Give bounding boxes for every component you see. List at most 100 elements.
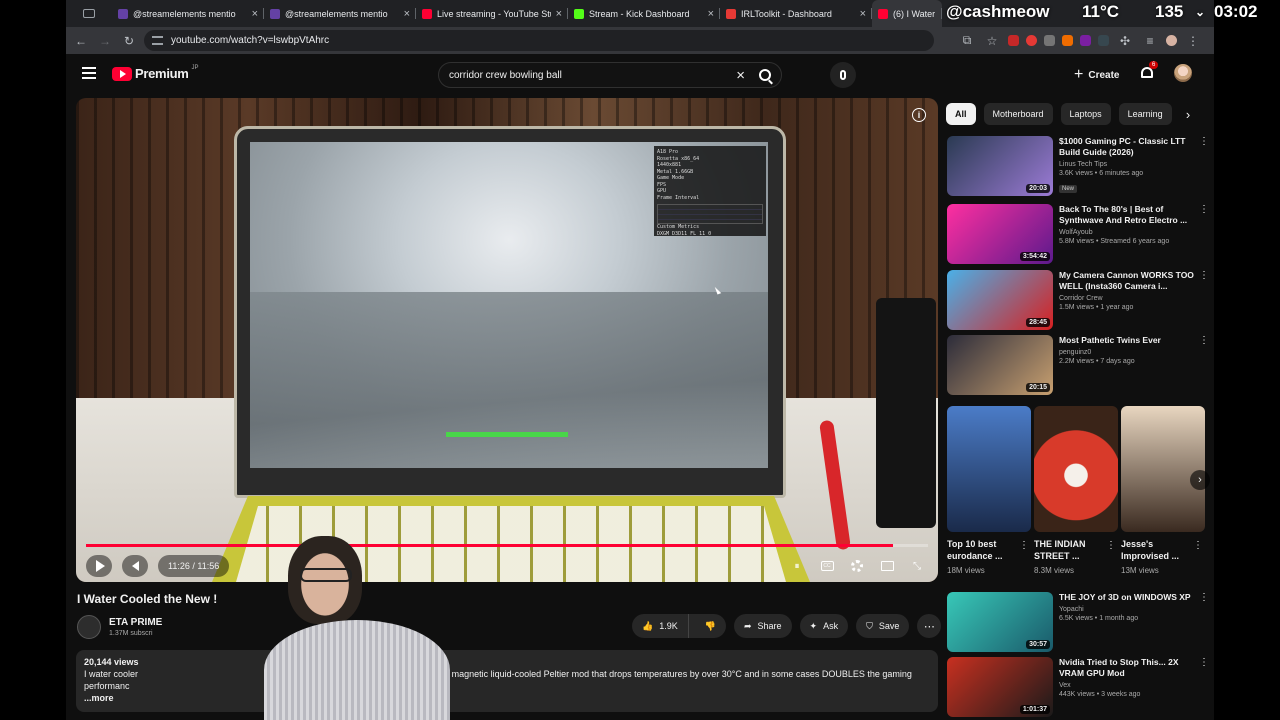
site-info-icon[interactable] (152, 36, 163, 45)
extension-icon[interactable] (1026, 35, 1037, 46)
rec-title[interactable]: THE JOY of 3D on WINDOWS XP (1059, 592, 1195, 603)
dislike-button[interactable]: 👎 (695, 614, 726, 638)
kebab-menu-icon[interactable]: ⋮ (1199, 270, 1209, 281)
miniplayer-button[interactable] (876, 555, 898, 577)
close-icon[interactable]: × (404, 8, 410, 20)
recommendation-item[interactable]: 20:15 Most Pathetic Twins Ever penguinz0… (947, 335, 1209, 395)
short-item[interactable]: Top 10 best eurodance ... 18M views ⋮ (947, 406, 1031, 578)
like-button[interactable]: 👍 1.9K (632, 614, 689, 638)
search-icon[interactable] (759, 69, 771, 81)
kebab-menu-icon[interactable]: ⋮ (1199, 136, 1209, 147)
video-thumbnail[interactable]: 30:57 (947, 592, 1053, 652)
cast-icon[interactable]: ⧉ (958, 32, 976, 50)
info-icon[interactable]: i (912, 108, 926, 122)
rec-title[interactable]: $1000 Gaming PC - Classic LTT Build Guid… (1059, 136, 1195, 158)
youtube-logo[interactable]: Premium JP (112, 65, 199, 81)
address-bar[interactable]: youtube.com/watch?v=lswbpVtAhrc (144, 30, 934, 51)
short-thumbnail[interactable] (947, 406, 1031, 532)
notifications-button[interactable]: 6 (1140, 61, 1159, 81)
rec-title[interactable]: Nvidia Tried to Stop This... 2X VRAM GPU… (1059, 657, 1195, 679)
browser-tab-active[interactable]: (6) I Water C (872, 0, 942, 27)
autoplay-toggle[interactable]: ⏸ (786, 555, 808, 577)
rec-channel[interactable]: Corridor Crew (1059, 295, 1195, 302)
extension-icon[interactable] (1098, 35, 1109, 46)
back-arrow-icon[interactable]: ← (72, 32, 90, 50)
recommendation-item[interactable]: 30:57 THE JOY of 3D on WINDOWS XP Yopach… (947, 592, 1209, 652)
browser-tab[interactable]: Live streaming - YouTube Stu × (416, 0, 568, 27)
account-avatar[interactable] (1174, 64, 1192, 82)
rec-title[interactable]: Back To The 80's | Best of Synthwave And… (1059, 204, 1195, 226)
kebab-menu-icon[interactable]: ⋮ (1199, 335, 1209, 346)
video-player[interactable]: A18 Pro Rosetta x86_64 1440x881 Metal 1.… (76, 98, 938, 582)
extension-icon[interactable] (1008, 35, 1019, 46)
star-icon[interactable]: ☆ (983, 32, 1001, 50)
recommendation-item[interactable]: 20:03 $1000 Gaming PC - Classic LTT Buil… (947, 136, 1209, 196)
show-more-link[interactable]: ...more (84, 692, 930, 704)
chip-motherboard[interactable]: Motherboard (983, 103, 1053, 125)
fullscreen-button[interactable]: ⤡ (906, 555, 928, 577)
puzzle-icon[interactable]: ✣ (1116, 32, 1134, 50)
rec-channel[interactable]: Vex (1059, 682, 1195, 689)
share-button[interactable]: ➦ Share (733, 614, 792, 638)
kebab-menu-icon[interactable]: ⋮ (1199, 204, 1209, 215)
kebab-menu-icon[interactable]: ⋮ (1199, 592, 1209, 603)
recommendation-item[interactable]: 1:01:37 Nvidia Tried to Stop This... 2X … (947, 657, 1209, 717)
rec-title[interactable]: Most Pathetic Twins Ever (1059, 335, 1195, 346)
more-actions-button[interactable]: ⋯ (917, 614, 942, 638)
progress-bar[interactable] (86, 544, 928, 547)
browser-tab[interactable]: Stream - Kick Dashboard × (568, 0, 720, 27)
kebab-menu-icon[interactable]: ⋮ (1193, 540, 1203, 551)
short-item[interactable]: Jesse's Improvised ... 13M views ⋮ (1121, 406, 1205, 578)
chevron-right-icon[interactable]: › (1190, 470, 1210, 490)
short-thumbnail[interactable] (1034, 406, 1118, 532)
kebab-menu-icon[interactable]: ⋮ (1019, 540, 1029, 551)
close-icon[interactable]: × (252, 8, 258, 20)
play-button[interactable] (86, 555, 112, 577)
video-thumbnail[interactable]: 28:45 (947, 270, 1053, 330)
mute-button[interactable] (122, 555, 148, 577)
close-icon[interactable]: × (708, 8, 714, 20)
kebab-menu-icon[interactable]: ⋮ (1199, 657, 1209, 668)
video-thumbnail[interactable]: 20:15 (947, 335, 1053, 395)
menu-icon[interactable]: ⋮ (1184, 32, 1202, 50)
recommendation-item[interactable]: 3:54:42 Back To The 80's | Best of Synth… (947, 204, 1209, 264)
video-thumbnail[interactable]: 3:54:42 (947, 204, 1053, 264)
forward-arrow-icon[interactable]: → (96, 32, 114, 50)
rec-channel[interactable]: WolfAyoub (1059, 229, 1195, 236)
channel-name[interactable]: ETA PRIME (109, 617, 162, 628)
kebab-menu-icon[interactable]: ⋮ (1106, 540, 1116, 551)
browser-tab[interactable]: IRLToolkit - Dashboard × (720, 0, 872, 27)
chevron-right-icon[interactable]: › (1178, 104, 1198, 124)
create-button[interactable]: + Create (1066, 63, 1127, 87)
extension-icon[interactable] (1080, 35, 1091, 46)
rec-title[interactable]: My Camera Cannon WORKS TOO WELL (Insta36… (1059, 270, 1195, 292)
rec-channel[interactable]: Yopachi (1059, 606, 1195, 613)
recommendation-item[interactable]: 28:45 My Camera Cannon WORKS TOO WELL (I… (947, 270, 1209, 330)
profile-avatar[interactable] (1166, 35, 1177, 46)
short-item[interactable]: THE INDIAN STREET ... 8.3M views ⋮ (1034, 406, 1118, 578)
chip-learning[interactable]: Learning (1118, 103, 1172, 125)
settings-button[interactable] (846, 555, 868, 577)
close-icon[interactable]: × (556, 8, 562, 20)
menu-icon[interactable] (82, 67, 96, 79)
media-icon[interactable]: ≡ (1141, 32, 1159, 50)
extension-icon[interactable] (1062, 35, 1073, 46)
extension-icon[interactable] (1044, 35, 1055, 46)
channel-avatar[interactable] (77, 615, 101, 639)
browser-tab[interactable]: @streamelements mentio × (112, 0, 264, 27)
tab-search-button[interactable] (66, 0, 112, 27)
voice-search-button[interactable] (830, 62, 856, 88)
close-icon[interactable]: × (860, 8, 866, 20)
search-input[interactable]: corridor crew bowling ball × (438, 62, 782, 88)
chip-laptops[interactable]: Laptops (1060, 103, 1111, 125)
browser-tab[interactable]: @streamelements mentio × (264, 0, 416, 27)
short-thumbnail[interactable] (1121, 406, 1205, 532)
captions-button[interactable]: CC (816, 555, 838, 577)
ask-button[interactable]: ✦ Ask (799, 614, 849, 638)
rec-channel[interactable]: penguinz0 (1059, 349, 1195, 356)
clear-icon[interactable]: × (736, 67, 745, 84)
video-thumbnail[interactable]: 20:03 (947, 136, 1053, 196)
description-box[interactable]: 20,144 views I water cooler stake by add… (76, 650, 938, 712)
video-thumbnail[interactable]: 1:01:37 (947, 657, 1053, 717)
reload-icon[interactable]: ↻ (120, 32, 138, 50)
